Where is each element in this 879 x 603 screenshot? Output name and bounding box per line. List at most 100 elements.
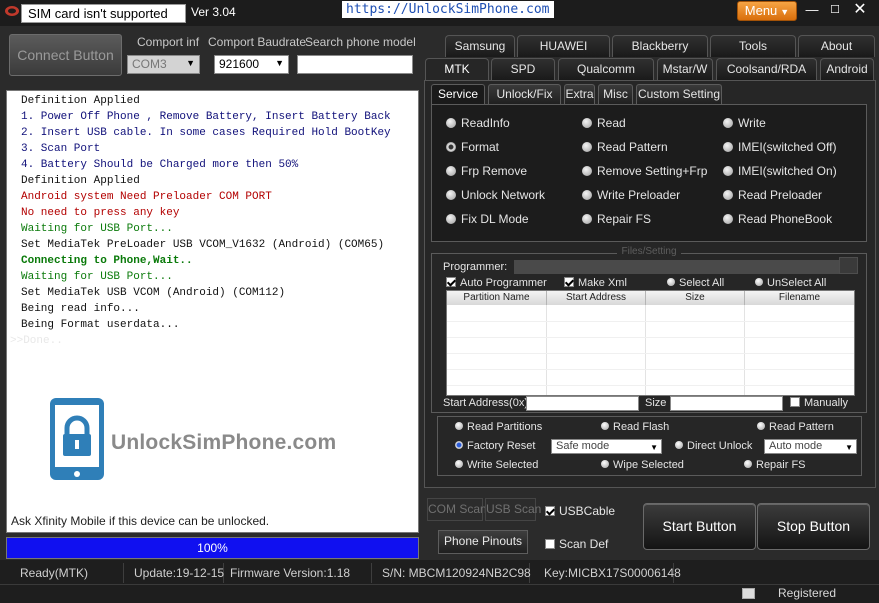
make-xml-checkbox[interactable]: Make Xml: [564, 277, 627, 289]
start-button[interactable]: Start Button: [643, 503, 756, 550]
comport-select[interactable]: COM3 ▼: [127, 55, 200, 74]
tab-about[interactable]: About: [798, 35, 875, 57]
option-unlock-network-radio[interactable]: Unlock Network: [446, 188, 545, 204]
select-all-radio[interactable]: Select All: [667, 277, 724, 289]
radio-icon: [757, 422, 765, 430]
direct-unlock-radio[interactable]: Direct Unlock: [675, 440, 752, 452]
repair-fs-radio[interactable]: Repair FS: [744, 459, 806, 471]
progress-bar: 100%: [6, 537, 419, 559]
radio-icon: [755, 278, 763, 286]
radio-icon: [582, 118, 592, 128]
unlock-mode-select[interactable]: Auto mode ▼: [764, 439, 857, 454]
read-partitions-radio[interactable]: Read Partitions: [455, 421, 542, 433]
start-address-input[interactable]: [526, 396, 639, 411]
option-frp-remove-radio[interactable]: Frp Remove: [446, 164, 527, 180]
option-fix-dl-mode-radio[interactable]: Fix DL Mode: [446, 212, 529, 228]
col-partition-name[interactable]: Partition Name: [447, 291, 547, 305]
search-model-label: Search phone model: [305, 35, 416, 49]
tab-tools[interactable]: Tools: [710, 35, 796, 57]
option-repair-fs-radio[interactable]: Repair FS: [582, 212, 651, 228]
size-input[interactable]: [670, 396, 783, 411]
programmer-label: Programmer:: [443, 261, 508, 273]
subtab-unlock-fix[interactable]: Unlock/Fix: [488, 84, 561, 104]
radio-icon: [723, 142, 733, 152]
factory-mode-select[interactable]: Safe mode ▼: [551, 439, 662, 454]
repair-fs-label: Repair FS: [756, 459, 806, 471]
log-line: >>Done..: [10, 335, 63, 347]
tab-spd[interactable]: SPD: [491, 58, 555, 80]
wipe-selected-radio[interactable]: Wipe Selected: [601, 459, 684, 471]
option-read-pattern-radio[interactable]: Read Pattern: [582, 140, 668, 156]
tab-mstar-w[interactable]: Mstar/W: [657, 58, 713, 80]
col-filename[interactable]: Filename: [745, 291, 854, 305]
baudrate-select[interactable]: 921600 ▼: [214, 55, 289, 74]
read-flash-label: Read Flash: [613, 421, 670, 433]
minimize-button[interactable]: —: [802, 1, 822, 19]
log-line: Android system Need Preloader COM PORT: [21, 191, 272, 203]
option-remove-setting-frp-radio[interactable]: Remove Setting+Frp: [582, 164, 707, 180]
checkbox-checked-icon: [446, 277, 456, 287]
brand-tabs-row-2: MTK SPD Qualcomm Mstar/W Coolsand/RDA Android: [424, 58, 876, 80]
option-readinfo-radio[interactable]: ReadInfo: [446, 116, 510, 132]
option-write-radio[interactable]: Write: [723, 116, 766, 132]
subtab-extra[interactable]: Extra: [564, 84, 595, 104]
programmer-field[interactable]: [514, 260, 841, 274]
stop-button[interactable]: Stop Button: [757, 503, 870, 550]
option-imei-switched-on-radio[interactable]: IMEI(switched On): [723, 164, 837, 180]
tab-huawei[interactable]: HUAWEI: [517, 35, 610, 57]
subtab-misc[interactable]: Misc: [598, 84, 633, 104]
search-phone-model-input[interactable]: [297, 55, 413, 74]
option-read-phonebook-radio[interactable]: Read PhoneBook: [723, 212, 832, 228]
make-xml-label: Make Xml: [578, 277, 627, 289]
col-size[interactable]: Size: [646, 291, 745, 305]
log-line: Being Format userdata...: [21, 319, 180, 331]
write-selected-radio[interactable]: Write Selected: [455, 459, 538, 471]
comport-label: Comport inf: [137, 35, 200, 49]
maximize-button[interactable]: ☐: [825, 1, 845, 19]
close-button[interactable]: ✕: [850, 1, 870, 19]
menu-label: Menu: [744, 3, 778, 18]
chevron-down-icon: ▼: [845, 443, 853, 452]
factory-reset-radio[interactable]: Factory Reset: [455, 440, 535, 452]
files-setting-box: Files/Setting Programmer: Auto Programme…: [431, 246, 867, 413]
option-read-preloader-radio[interactable]: Read Preloader: [723, 188, 822, 204]
col-start-address[interactable]: Start Address: [547, 291, 646, 305]
log-panel[interactable]: Definition Applied 1. Power Off Phone , R…: [6, 90, 419, 533]
menu-button[interactable]: Menu ▼: [737, 1, 797, 21]
tab-blackberry[interactable]: Blackberry: [612, 35, 708, 57]
tab-qualcomm[interactable]: Qualcomm: [558, 58, 654, 80]
status-bar: Ready(MTK) Update:19-12-15 Firmware Vers…: [0, 560, 879, 603]
scan-def-checkbox[interactable]: Scan Def: [545, 537, 608, 551]
radio-icon: [446, 166, 456, 176]
option-format-radio[interactable]: Format: [446, 140, 499, 156]
size-label: Size :: [645, 397, 673, 409]
browse-programmer-button[interactable]: [839, 257, 858, 274]
log-footer-text: Ask Xfinity Mobile if this device can be…: [11, 514, 270, 528]
subtab-custom-setting[interactable]: Custom Setting: [636, 84, 722, 104]
auto-programmer-checkbox[interactable]: Auto Programmer: [446, 277, 547, 289]
tab-android[interactable]: Android: [820, 58, 874, 80]
manually-checkbox[interactable]: Manually: [790, 397, 848, 409]
log-line: Waiting for USB Port...: [21, 271, 173, 283]
option-read-radio[interactable]: Read: [582, 116, 626, 132]
log-line: Being read info...: [21, 303, 140, 315]
radio-icon: [446, 190, 456, 200]
radio-selected-icon: [446, 142, 456, 152]
com-scan-button[interactable]: COM Scan: [427, 498, 487, 521]
subtab-service[interactable]: Service: [431, 84, 485, 104]
site-url-link[interactable]: https://UnlockSimPhone.com: [342, 1, 554, 18]
partition-table[interactable]: Partition Name Start Address Size Filena…: [446, 290, 855, 396]
unselect-all-radio[interactable]: UnSelect All: [755, 277, 826, 289]
status-firmware: Firmware Version:1.18: [230, 563, 372, 583]
option-imei-switched-off-radio[interactable]: IMEI(switched Off): [723, 140, 836, 156]
tab-samsung[interactable]: Samsung: [445, 35, 515, 57]
connect-button[interactable]: Connect Button: [9, 34, 122, 76]
phone-pinouts-button[interactable]: Phone Pinouts: [438, 530, 528, 554]
tab-coolsand-rda[interactable]: Coolsand/RDA: [716, 58, 817, 80]
usb-scan-button[interactable]: USB Scan: [485, 498, 541, 521]
read-pattern-radio[interactable]: Read Pattern: [757, 421, 834, 433]
usbcable-checkbox[interactable]: USBCable: [545, 504, 615, 518]
tab-mtk[interactable]: MTK: [425, 58, 489, 80]
read-flash-radio[interactable]: Read Flash: [601, 421, 669, 433]
option-write-preloader-radio[interactable]: Write Preloader: [582, 188, 680, 204]
